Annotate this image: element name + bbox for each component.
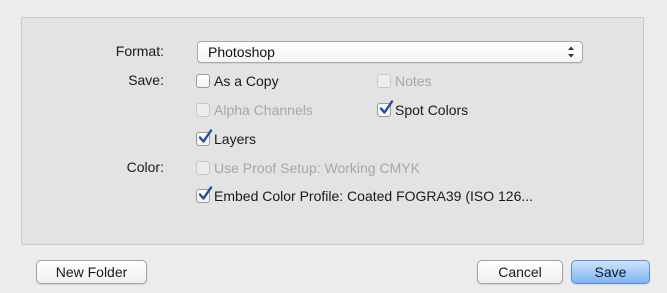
up-down-arrows-icon xyxy=(568,46,574,58)
notes-checkbox[interactable]: Notes xyxy=(377,72,432,90)
layers-label: Layers xyxy=(214,131,257,147)
checkbox-box[interactable] xyxy=(196,74,210,88)
save-label: Save: xyxy=(128,72,164,88)
cancel-button[interactable]: Cancel xyxy=(477,260,563,284)
checkbox-box[interactable] xyxy=(196,161,210,175)
checkbox-box[interactable] xyxy=(377,100,394,117)
as-a-copy-label: As a Copy xyxy=(214,73,279,89)
checkmark-icon xyxy=(198,186,213,200)
checkbox-box[interactable] xyxy=(196,186,213,203)
save-button[interactable]: Save xyxy=(571,260,650,284)
embed-color-profile-checkbox[interactable]: Embed Color Profile: Coated FOGRA39 (ISO… xyxy=(196,186,534,205)
alpha-channels-checkbox[interactable]: Alpha Channels xyxy=(196,101,313,119)
format-selected-value: Photoshop xyxy=(208,44,275,60)
alpha-channels-label: Alpha Channels xyxy=(214,102,313,118)
checkbox-box[interactable] xyxy=(196,129,213,146)
use-proof-setup-label: Use Proof Setup: Working CMYK xyxy=(214,160,420,176)
notes-label: Notes xyxy=(395,73,432,89)
format-select[interactable]: Photoshop xyxy=(197,41,583,63)
checkmark-icon xyxy=(198,129,213,143)
checkbox-box[interactable] xyxy=(196,103,210,117)
checkmark-icon xyxy=(379,100,394,114)
use-proof-setup-checkbox[interactable]: Use Proof Setup: Working CMYK xyxy=(196,159,420,177)
layers-checkbox[interactable]: Layers xyxy=(196,129,257,148)
spot-colors-label: Spot Colors xyxy=(395,102,469,118)
format-label: Format: xyxy=(115,43,164,59)
checkbox-box[interactable] xyxy=(377,74,391,88)
spot-colors-checkbox[interactable]: Spot Colors xyxy=(377,100,469,119)
new-folder-button[interactable]: New Folder xyxy=(36,260,147,284)
as-a-copy-checkbox[interactable]: As a Copy xyxy=(196,72,279,90)
color-label: Color: xyxy=(126,159,164,175)
embed-color-profile-label: Embed Color Profile: Coated FOGRA39 (ISO… xyxy=(214,188,534,204)
